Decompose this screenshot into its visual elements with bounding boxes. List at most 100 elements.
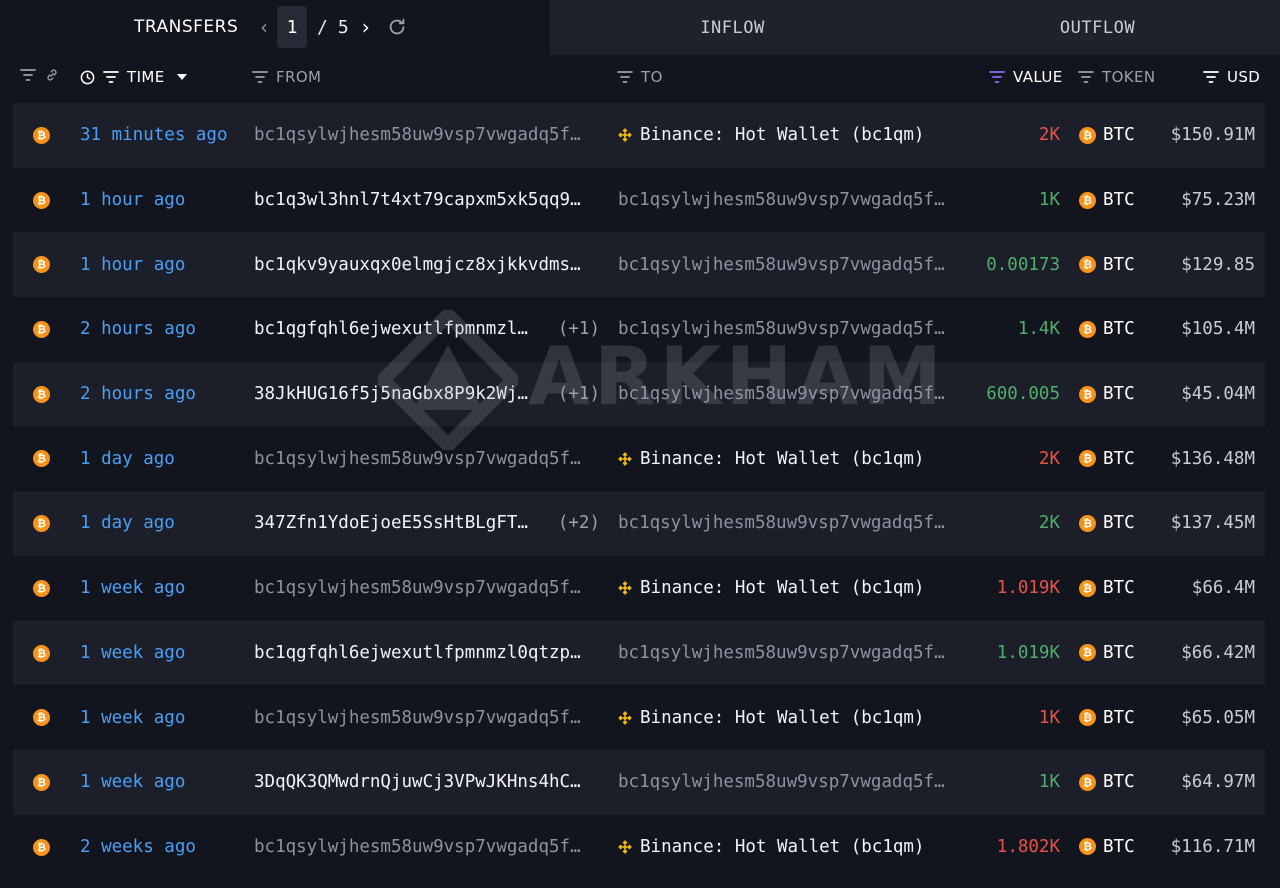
to-entity[interactable]: Binance: Hot Wallet (bc1qm) — [640, 125, 924, 145]
token-cell[interactable]: ₿ BTC — [1079, 491, 1135, 556]
header-leading-filters — [20, 68, 60, 82]
to-cell: bc1qsylwjhesm58uw9vsp7vwgadq5f… — [618, 168, 968, 233]
time-link[interactable]: 1 day ago — [80, 491, 175, 556]
to-address[interactable]: bc1qsylwjhesm58uw9vsp7vwgadq5f… — [618, 319, 945, 339]
bitcoin-icon: ₿ — [33, 709, 50, 727]
to-entity[interactable]: Binance: Hot Wallet (bc1qm) — [640, 449, 924, 469]
from-extra-count[interactable]: (+2) — [558, 513, 600, 533]
from-cell: 38JkHUG16f5j5naGbx8P9k2Wj… (+1) — [254, 362, 600, 427]
page-number-input[interactable]: 1 — [277, 6, 307, 48]
table-row[interactable]: ₿ 1 hour ago bc1qkv9yauxqx0elmgjcz8xjkkvdm… — [13, 232, 1265, 298]
token-cell[interactable]: ₿ BTC — [1079, 556, 1135, 621]
from-address[interactable]: bc1qsylwjhesm58uw9vsp7vwgadq5f… — [254, 578, 581, 598]
time-link[interactable]: 1 week ago — [80, 621, 185, 686]
token-cell[interactable]: ₿ BTC — [1079, 621, 1135, 686]
to-address[interactable]: bc1qsylwjhesm58uw9vsp7vwgadq5f… — [618, 384, 945, 404]
header-from[interactable]: FROM — [252, 68, 321, 86]
time-link[interactable]: 2 weeks ago — [80, 815, 196, 880]
tab-inflow[interactable]: INFLOW — [550, 0, 915, 55]
time-link[interactable]: 1 hour ago — [80, 168, 185, 233]
to-entity[interactable]: Binance: Hot Wallet (bc1qm) — [640, 837, 924, 857]
table-row[interactable]: ₿ 1 week ago bc1qsylwjhesm58uw9vsp7vwgadq5… — [13, 685, 1265, 750]
header-time[interactable]: TIME — [80, 68, 187, 86]
token-cell[interactable]: ₿ BTC — [1079, 815, 1135, 880]
value-cell: 2K — [1038, 448, 1060, 469]
table-row[interactable]: ₿ 1 week ago 3DqQK3QMwdrnQjuwCj3VPwJKHns4h… — [13, 749, 1265, 815]
token-cell[interactable]: ₿ BTC — [1079, 232, 1135, 297]
token-symbol: BTC — [1103, 772, 1135, 793]
from-extra-count[interactable]: (+1) — [558, 319, 600, 339]
from-extra-count[interactable]: (+1) — [558, 384, 600, 404]
usd-cell: $136.48M — [1170, 448, 1255, 469]
time-link[interactable]: 1 week ago — [80, 750, 185, 815]
tab-bar: TRANSFERS ‹ 1 / 5 › INFLOW OUTFLOW — [0, 0, 1280, 55]
token-symbol: BTC — [1103, 319, 1135, 340]
time-link[interactable]: 1 week ago — [80, 685, 185, 750]
from-address[interactable]: bc1qgfqhl6ejwexutlfpmnmzl… — [254, 319, 528, 339]
to-entity[interactable]: Binance: Hot Wallet (bc1qm) — [640, 708, 924, 728]
token-cell[interactable]: ₿ BTC — [1079, 103, 1135, 168]
token-symbol: BTC — [1103, 190, 1135, 211]
token-cell[interactable]: ₿ BTC — [1079, 362, 1135, 427]
table-row[interactable]: ₿ 2 hours ago bc1qgfqhl6ejwexutlfpmnmzl… (+… — [13, 297, 1265, 362]
filter-icon[interactable] — [20, 69, 36, 81]
to-address[interactable]: bc1qsylwjhesm58uw9vsp7vwgadq5f… — [618, 772, 945, 792]
from-address[interactable]: bc1qsylwjhesm58uw9vsp7vwgadq5f… — [254, 708, 581, 728]
to-address[interactable]: bc1qsylwjhesm58uw9vsp7vwgadq5f… — [618, 255, 945, 275]
time-link[interactable]: 1 day ago — [80, 426, 175, 491]
to-cell: Binance: Hot Wallet (bc1qm) — [618, 685, 968, 750]
table-row[interactable]: ₿ 2 weeks ago bc1qsylwjhesm58uw9vsp7vwgadq… — [13, 815, 1265, 880]
token-cell[interactable]: ₿ BTC — [1079, 685, 1135, 750]
chevron-left-icon[interactable]: ‹ — [255, 12, 273, 42]
table-row[interactable]: ₿ 1 day ago bc1qsylwjhesm58uw9vsp7vwgadq5f… — [13, 426, 1265, 491]
header-token[interactable]: TOKEN — [1078, 68, 1156, 86]
from-address[interactable]: 3DqQK3QMwdrnQjuwCj3VPwJKHns4hC… — [254, 772, 581, 792]
header-usd[interactable]: USD — [1203, 68, 1260, 86]
filter-icon[interactable] — [617, 71, 633, 83]
from-address[interactable]: bc1qkv9yauxqx0elmgjcz8xjkkvdms… — [254, 255, 581, 275]
table-row[interactable]: ₿ 1 day ago 347Zfn1YdoEjoeE5SsHtBLgFT… (+2)… — [13, 491, 1265, 556]
table-row[interactable]: ₿ 1 week ago bc1qgfqhl6ejwexutlfpmnmzl0qtz… — [13, 620, 1265, 686]
from-address[interactable]: bc1qsylwjhesm58uw9vsp7vwgadq5f… — [254, 449, 581, 469]
to-address[interactable]: bc1qsylwjhesm58uw9vsp7vwgadq5f… — [618, 513, 945, 533]
sort-desc-icon[interactable] — [176, 74, 187, 80]
from-address[interactable]: bc1qsylwjhesm58uw9vsp7vwgadq5f… — [254, 837, 581, 857]
filter-icon[interactable] — [1078, 71, 1094, 83]
header-value[interactable]: VALUE — [989, 68, 1063, 86]
table-row[interactable]: ₿ 31 minutes ago bc1qsylwjhesm58uw9vsp7vwg… — [13, 103, 1265, 168]
refresh-icon[interactable] — [386, 16, 408, 38]
table-row[interactable]: ₿ 1 hour ago bc1q3wl3hnl7t4xt79capxm5xk5qq… — [13, 168, 1265, 233]
token-cell[interactable]: ₿ BTC — [1079, 297, 1135, 362]
time-link[interactable]: 1 hour ago — [80, 232, 185, 297]
from-address[interactable]: bc1q3wl3hnl7t4xt79capxm5xk5qq9… — [254, 190, 581, 210]
from-address[interactable]: 38JkHUG16f5j5naGbx8P9k2Wj… — [254, 384, 528, 404]
token-cell[interactable]: ₿ BTC — [1079, 750, 1135, 815]
from-address[interactable]: bc1qsylwjhesm58uw9vsp7vwgadq5f… — [254, 125, 581, 145]
filter-icon[interactable] — [1203, 71, 1219, 83]
usd-cell: $105.4M — [1181, 319, 1255, 340]
tab-transfers[interactable]: TRANSFERS ‹ 1 / 5 › — [0, 0, 550, 55]
table-row[interactable]: ₿ 1 week ago bc1qsylwjhesm58uw9vsp7vwgadq5… — [13, 556, 1265, 621]
time-link[interactable]: 2 hours ago — [80, 362, 196, 427]
to-address[interactable]: bc1qsylwjhesm58uw9vsp7vwgadq5f… — [618, 190, 945, 210]
tab-outflow[interactable]: OUTFLOW — [915, 0, 1280, 55]
token-cell[interactable]: ₿ BTC — [1079, 168, 1135, 233]
table-row[interactable]: ₿ 2 hours ago 38JkHUG16f5j5naGbx8P9k2Wj… (+… — [13, 361, 1265, 427]
header-to[interactable]: TO — [617, 68, 663, 86]
from-cell: 3DqQK3QMwdrnQjuwCj3VPwJKHns4hC… — [254, 750, 600, 815]
filter-active-icon[interactable] — [989, 71, 1005, 83]
to-address[interactable]: bc1qsylwjhesm58uw9vsp7vwgadq5f… — [618, 643, 945, 663]
time-link[interactable]: 1 week ago — [80, 556, 185, 621]
filter-icon[interactable] — [252, 71, 268, 83]
time-link[interactable]: 2 hours ago — [80, 297, 196, 362]
time-link[interactable]: 31 minutes ago — [80, 103, 228, 168]
bitcoin-icon: ₿ — [1079, 838, 1096, 856]
token-cell[interactable]: ₿ BTC — [1079, 426, 1135, 491]
filter-icon[interactable] — [103, 71, 119, 83]
from-address[interactable]: 347Zfn1YdoEjoeE5SsHtBLgFT… — [254, 513, 528, 533]
to-entity[interactable]: Binance: Hot Wallet (bc1qm) — [640, 578, 924, 598]
transfers-table-body: ₿ 31 minutes ago bc1qsylwjhesm58uw9vsp7vwg… — [13, 103, 1265, 879]
chevron-right-icon[interactable]: › — [357, 12, 375, 42]
from-address[interactable]: bc1qgfqhl6ejwexutlfpmnmzl0qtzp… — [254, 643, 581, 663]
link-icon[interactable] — [44, 68, 60, 82]
